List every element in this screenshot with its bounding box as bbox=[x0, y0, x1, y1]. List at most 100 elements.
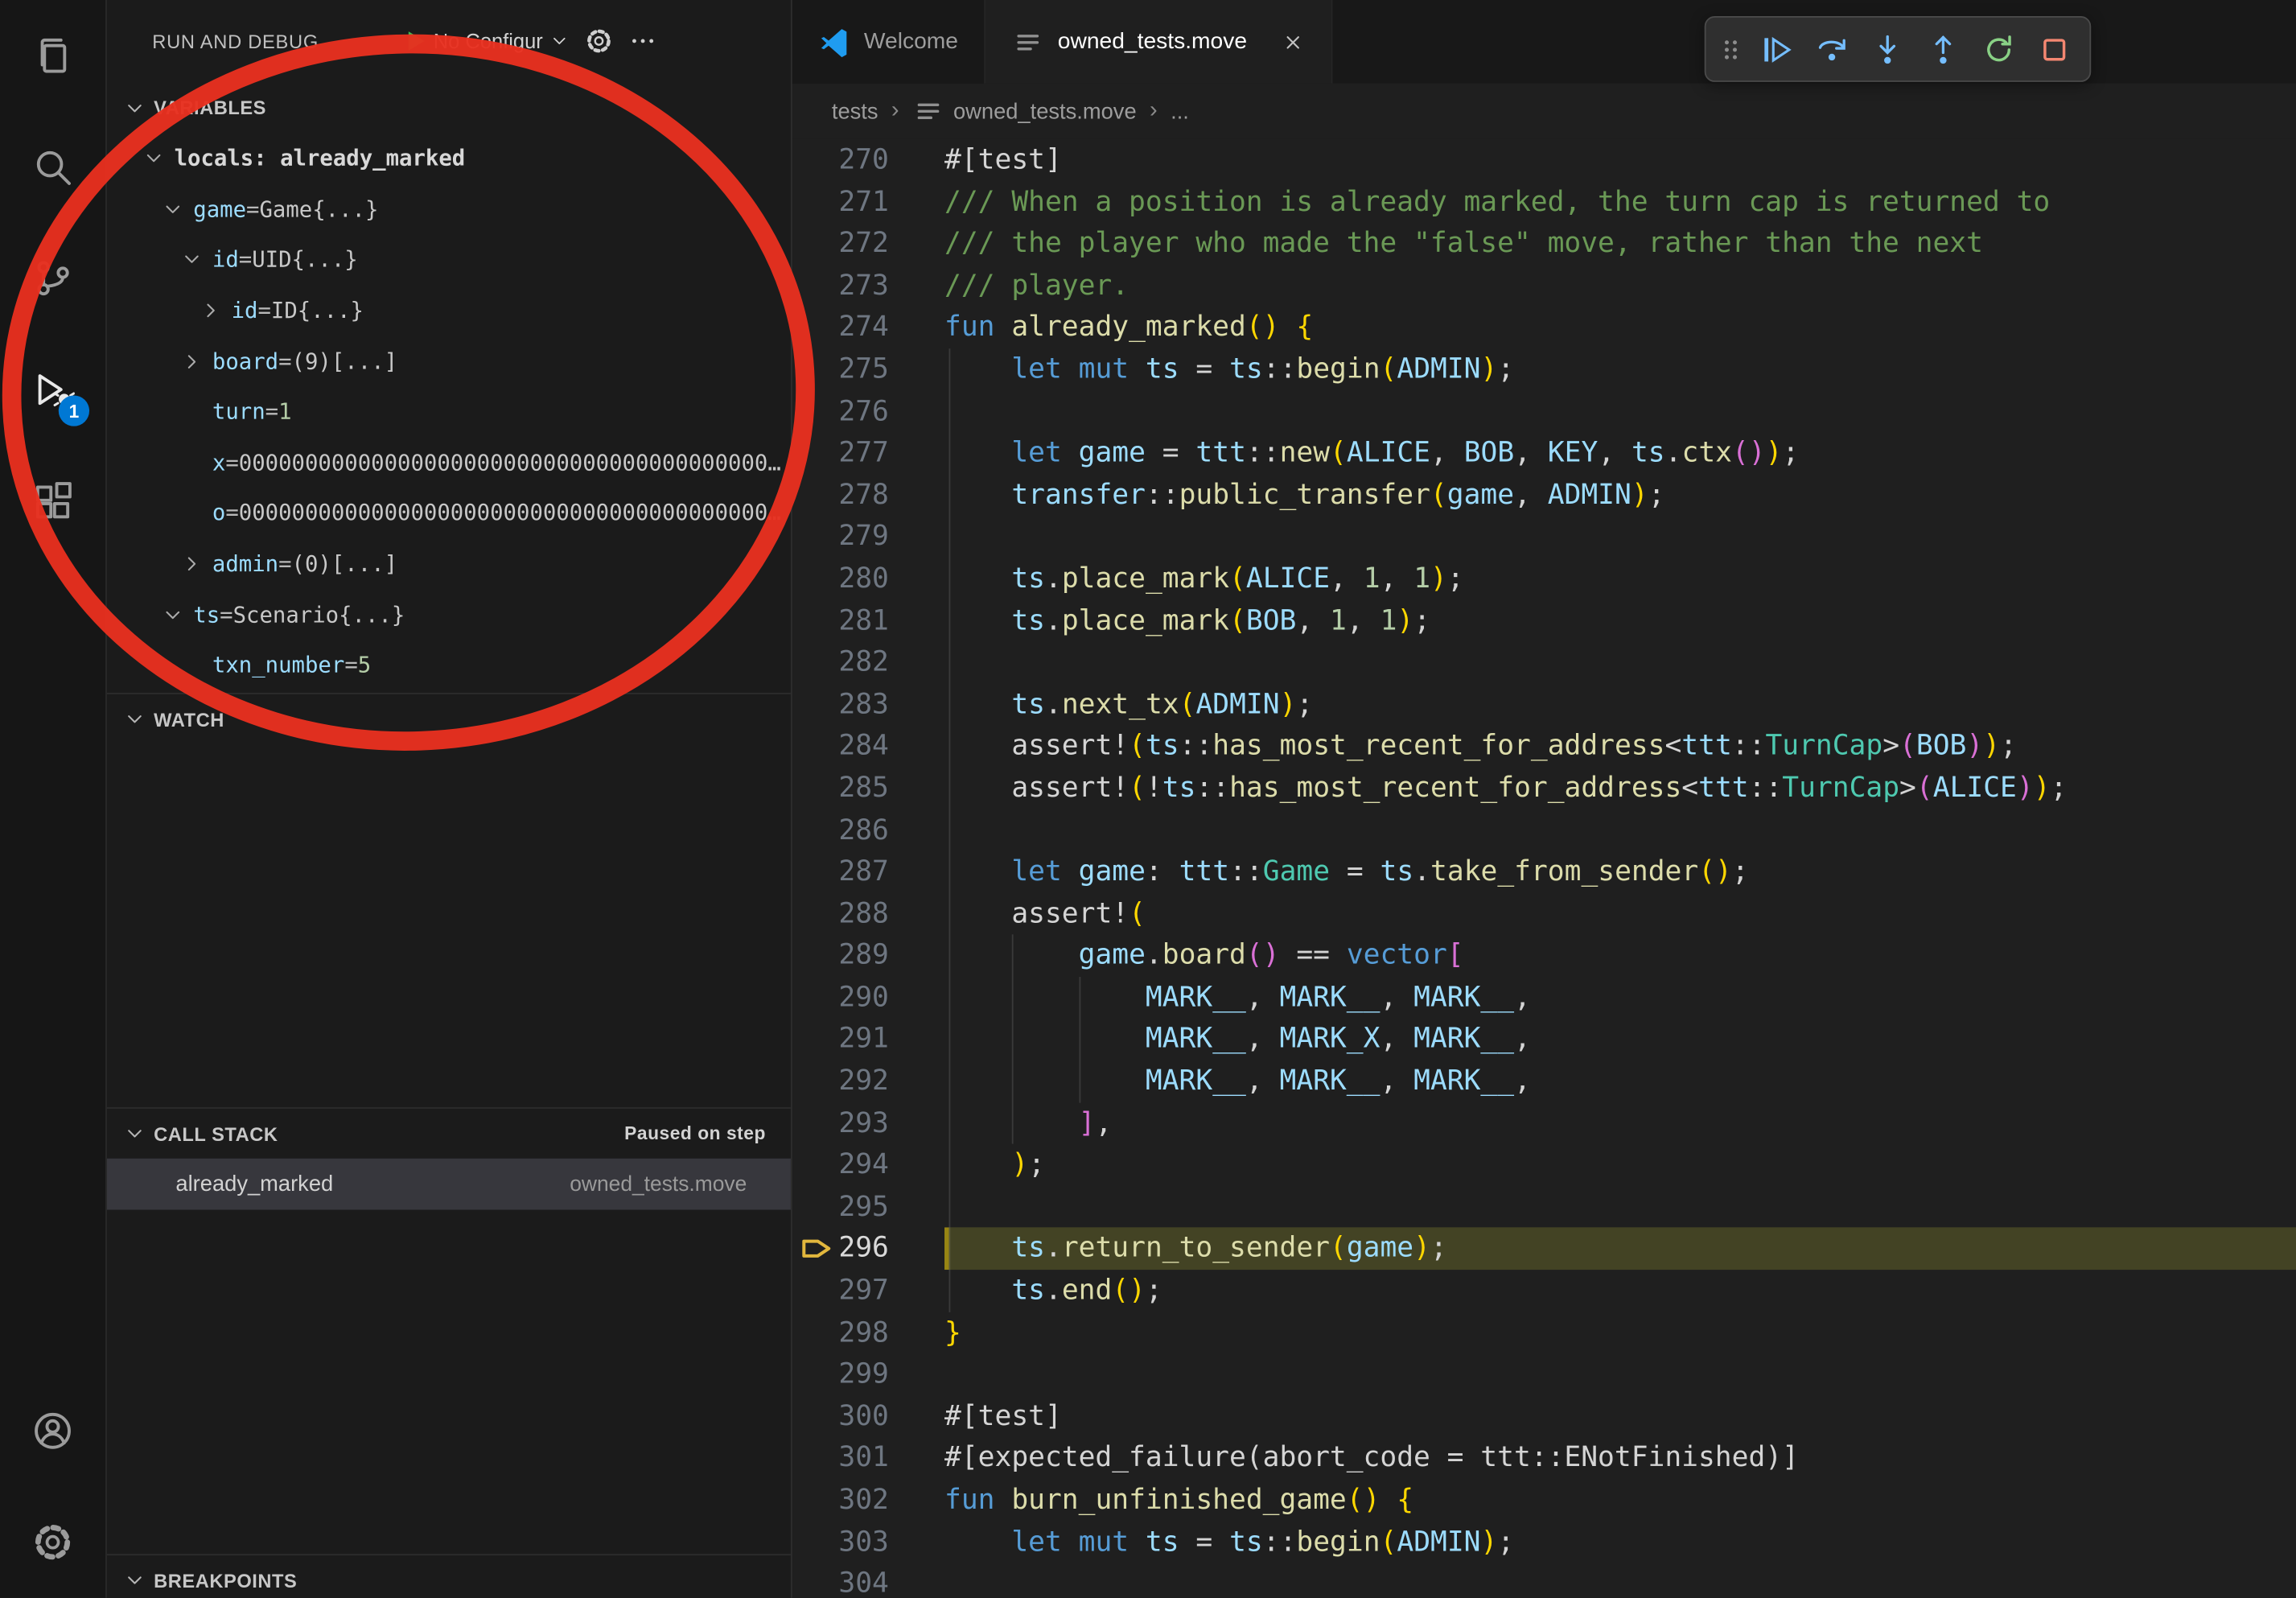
code-line-content[interactable]: fun already_marked() { bbox=[944, 307, 2296, 348]
activity-item-explorer[interactable] bbox=[0, 0, 105, 111]
line-number[interactable]: 282 bbox=[791, 641, 944, 683]
code-line-content[interactable]: #[test] bbox=[944, 139, 2296, 181]
line-number[interactable]: 288 bbox=[791, 893, 944, 935]
variable-row[interactable]: id = UID{...} bbox=[105, 235, 791, 286]
line-number[interactable]: 281 bbox=[791, 599, 944, 641]
tab-welcome[interactable]: Welcome bbox=[791, 0, 986, 84]
line-number[interactable]: 302 bbox=[791, 1479, 944, 1521]
code-line-content[interactable]: /// the player who made the "false" move… bbox=[944, 223, 2296, 265]
line-number[interactable]: 271 bbox=[791, 181, 944, 223]
code-line-content[interactable] bbox=[944, 1563, 2296, 1597]
chevron-right-icon[interactable] bbox=[200, 299, 232, 322]
code-line-content[interactable]: #[expected_failure(abort_code = ttt::ENo… bbox=[944, 1437, 2296, 1479]
line-number[interactable]: 289 bbox=[791, 935, 944, 977]
code-line-content[interactable]: ts.end(); bbox=[944, 1270, 2296, 1312]
callstack-section-header[interactable]: CALL STACK Paused on step bbox=[105, 1107, 791, 1159]
variable-row[interactable]: o = 000000000000000000000000000000000000… bbox=[105, 488, 791, 538]
code-line-content[interactable] bbox=[944, 641, 2296, 683]
code-line-content[interactable]: assert!( bbox=[944, 893, 2296, 935]
code-line-content[interactable]: ); bbox=[944, 1144, 2296, 1186]
activity-item-source-control[interactable] bbox=[0, 223, 105, 334]
code-line-content[interactable]: } bbox=[944, 1312, 2296, 1353]
variables-scope-row[interactable]: locals: already_marked bbox=[105, 134, 791, 184]
line-number[interactable]: 272 bbox=[791, 223, 944, 265]
code-line-content[interactable]: MARK__, MARK__, MARK__, bbox=[944, 977, 2296, 1019]
line-number[interactable]: 286 bbox=[791, 809, 944, 851]
variable-row[interactable]: board = (9)[...] bbox=[105, 336, 791, 387]
line-number[interactable]: 274 bbox=[791, 307, 944, 348]
code-line-content[interactable]: assert!(!ts::has_most_recent_for_address… bbox=[944, 768, 2296, 809]
chevron-right-icon[interactable] bbox=[180, 552, 212, 575]
line-number[interactable]: 294 bbox=[791, 1144, 944, 1186]
variable-row[interactable]: txn_number = 5 bbox=[105, 640, 791, 690]
code-line-content[interactable]: ts.next_tx(ADMIN); bbox=[944, 684, 2296, 726]
line-number[interactable]: 278 bbox=[791, 474, 944, 516]
activity-item-settings[interactable] bbox=[0, 1487, 105, 1598]
code-line-content[interactable]: MARK__, MARK_X, MARK__, bbox=[944, 1019, 2296, 1061]
line-number[interactable]: 300 bbox=[791, 1395, 944, 1437]
line-number[interactable]: 284 bbox=[791, 726, 944, 768]
variables-section-header[interactable]: VARIABLES bbox=[105, 82, 791, 134]
line-number[interactable]: 293 bbox=[791, 1102, 944, 1144]
line-number[interactable]: 296 bbox=[791, 1228, 944, 1270]
line-number[interactable]: 283 bbox=[791, 684, 944, 726]
code-line-content[interactable]: game.board() == vector[ bbox=[944, 935, 2296, 977]
line-number[interactable]: 290 bbox=[791, 977, 944, 1019]
watch-section-header[interactable]: WATCH bbox=[105, 693, 791, 744]
code-line-content[interactable] bbox=[944, 516, 2296, 558]
gripper-handle[interactable] bbox=[1714, 21, 1749, 76]
code-line-content[interactable]: ], bbox=[944, 1102, 2296, 1144]
tab-owned-tests-move[interactable]: owned_tests.move bbox=[986, 0, 1332, 84]
code-line-content[interactable]: MARK__, MARK__, MARK__, bbox=[944, 1061, 2296, 1102]
chevron-right-icon[interactable] bbox=[180, 349, 212, 373]
step-over-button[interactable] bbox=[1804, 21, 1859, 76]
code-line-content[interactable]: let mut ts = ts::begin(ADMIN); bbox=[944, 348, 2296, 390]
activity-item-search[interactable] bbox=[0, 111, 105, 222]
code-line-content[interactable]: let game: ttt::Game = ts.take_from_sende… bbox=[944, 851, 2296, 893]
chevron-down-icon[interactable] bbox=[142, 147, 175, 171]
chevron-down-icon[interactable] bbox=[161, 603, 193, 626]
code-line-content[interactable] bbox=[944, 809, 2296, 851]
line-number[interactable]: 285 bbox=[791, 768, 944, 809]
line-number[interactable]: 303 bbox=[791, 1521, 944, 1563]
continue-button[interactable] bbox=[1748, 21, 1804, 76]
line-number[interactable]: 292 bbox=[791, 1061, 944, 1102]
line-number[interactable]: 301 bbox=[791, 1437, 944, 1479]
code-line-content[interactable]: /// player. bbox=[944, 265, 2296, 307]
code-line-content[interactable]: transfer::public_transfer(game, ADMIN); bbox=[944, 474, 2296, 516]
line-number[interactable]: 270 bbox=[791, 139, 944, 181]
code-line-content[interactable]: let mut ts = ts::begin(ADMIN); bbox=[944, 1521, 2296, 1563]
line-number[interactable]: 275 bbox=[791, 348, 944, 390]
step-into-button[interactable] bbox=[1860, 21, 1915, 76]
variable-row[interactable]: turn = 1 bbox=[105, 386, 791, 437]
code-line-content[interactable]: fun burn_unfinished_game() { bbox=[944, 1479, 2296, 1521]
step-out-button[interactable] bbox=[1915, 21, 1971, 76]
activity-item-account[interactable] bbox=[0, 1375, 105, 1486]
chevron-down-icon[interactable] bbox=[161, 198, 193, 221]
callstack-frame[interactable]: already_markedowned_tests.move bbox=[105, 1159, 791, 1210]
variable-row[interactable]: ts = Scenario{...} bbox=[105, 589, 791, 640]
code-line-content[interactable] bbox=[944, 390, 2296, 432]
debug-config-dropdown[interactable]: No Configur bbox=[434, 29, 570, 52]
line-number[interactable]: 299 bbox=[791, 1353, 944, 1395]
variable-row[interactable]: id = ID{...} bbox=[105, 286, 791, 336]
line-number[interactable]: 297 bbox=[791, 1270, 944, 1312]
code-line-content[interactable]: ts.return_to_sender(game); bbox=[944, 1228, 2296, 1270]
line-number[interactable]: 287 bbox=[791, 851, 944, 893]
breadcrumb-item[interactable]: tests bbox=[832, 99, 878, 124]
variable-row[interactable]: x = 000000000000000000000000000000000000… bbox=[105, 437, 791, 488]
line-number[interactable]: 298 bbox=[791, 1312, 944, 1353]
code-line-content[interactable] bbox=[944, 1186, 2296, 1228]
line-number[interactable]: 279 bbox=[791, 516, 944, 558]
line-number[interactable]: 277 bbox=[791, 432, 944, 474]
code-line-content[interactable]: assert!(ts::has_most_recent_for_address<… bbox=[944, 726, 2296, 768]
line-number[interactable]: 304 bbox=[791, 1563, 944, 1597]
code-line-content[interactable] bbox=[944, 1353, 2296, 1395]
line-number[interactable]: 273 bbox=[791, 265, 944, 307]
breadcrumb-item[interactable]: owned_tests.move bbox=[912, 95, 1137, 127]
variable-row[interactable]: admin = (0)[...] bbox=[105, 538, 791, 589]
breakpoints-section-header[interactable]: BREAKPOINTS bbox=[105, 1554, 791, 1598]
line-number[interactable]: 280 bbox=[791, 558, 944, 599]
code-line-content[interactable]: ts.place_mark(BOB, 1, 1); bbox=[944, 599, 2296, 641]
code-line-content[interactable]: let game = ttt::new(ALICE, BOB, KEY, ts.… bbox=[944, 432, 2296, 474]
